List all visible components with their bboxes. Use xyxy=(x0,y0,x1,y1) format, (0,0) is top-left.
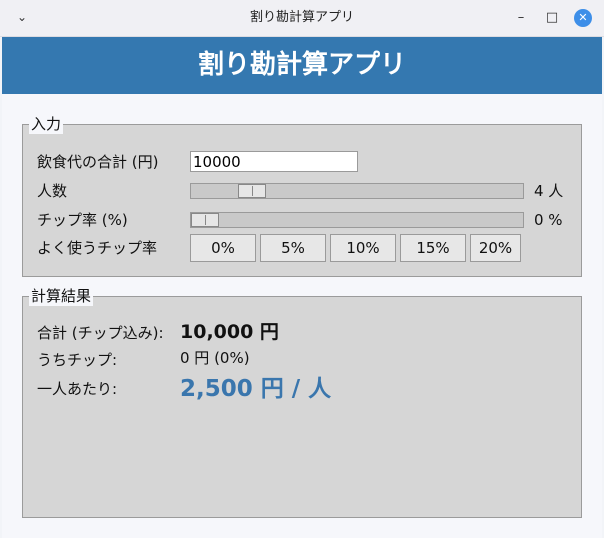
people-value: 4 人 xyxy=(534,182,564,200)
tip-button-10[interactable]: 10% xyxy=(330,234,396,262)
app-header: 割り勘計算アプリ xyxy=(2,37,602,94)
people-slider-handle[interactable] xyxy=(238,184,266,198)
tip-rate-slider[interactable] xyxy=(190,212,524,228)
tip-amount-value: 0 円 (0%) xyxy=(180,349,250,367)
maximize-icon[interactable]: □ xyxy=(543,9,561,27)
total-value: 10,000 円 xyxy=(180,321,279,343)
people-label: 人数 xyxy=(37,182,68,200)
people-slider[interactable] xyxy=(190,183,524,199)
per-person-value: 2,500 円 / 人 xyxy=(180,376,332,402)
tip-amount-label: うちチップ: xyxy=(37,351,118,369)
tip-rate-label: チップ率 (%) xyxy=(37,211,128,229)
tip-button-15[interactable]: 15% xyxy=(400,234,466,262)
tip-button-0[interactable]: 0% xyxy=(190,234,256,262)
close-icon[interactable]: ✕ xyxy=(574,9,592,27)
input-group-title: 入力 xyxy=(29,114,64,134)
tip-button-20[interactable]: 20% xyxy=(470,234,521,262)
tip-rate-value: 0 % xyxy=(534,211,563,229)
result-group: 計算結果 合計 (チップ込み): 10,000 円 うちチップ: 0 円 (0%… xyxy=(22,286,582,518)
main-content: 入力 飲食代の合計 (円) 10000 人数 4 人 チップ率 (%) 0 % … xyxy=(2,94,602,538)
result-group-title: 計算結果 xyxy=(29,286,94,306)
per-person-label: 一人あたり: xyxy=(37,380,118,398)
window-titlebar: ⌄ 割り勘計算アプリ – □ ✕ xyxy=(0,0,604,37)
total-label: 合計 (チップ込み): xyxy=(37,324,164,342)
minimize-icon[interactable]: – xyxy=(512,9,530,27)
amount-input[interactable]: 10000 xyxy=(190,151,358,172)
tip-button-5[interactable]: 5% xyxy=(260,234,326,262)
tip-rate-slider-handle[interactable] xyxy=(191,213,219,227)
amount-label: 飲食代の合計 (円) xyxy=(37,153,159,171)
input-group: 入力 飲食代の合計 (円) 10000 人数 4 人 チップ率 (%) 0 % … xyxy=(22,114,582,277)
quick-tip-label: よく使うチップ率 xyxy=(37,239,158,257)
